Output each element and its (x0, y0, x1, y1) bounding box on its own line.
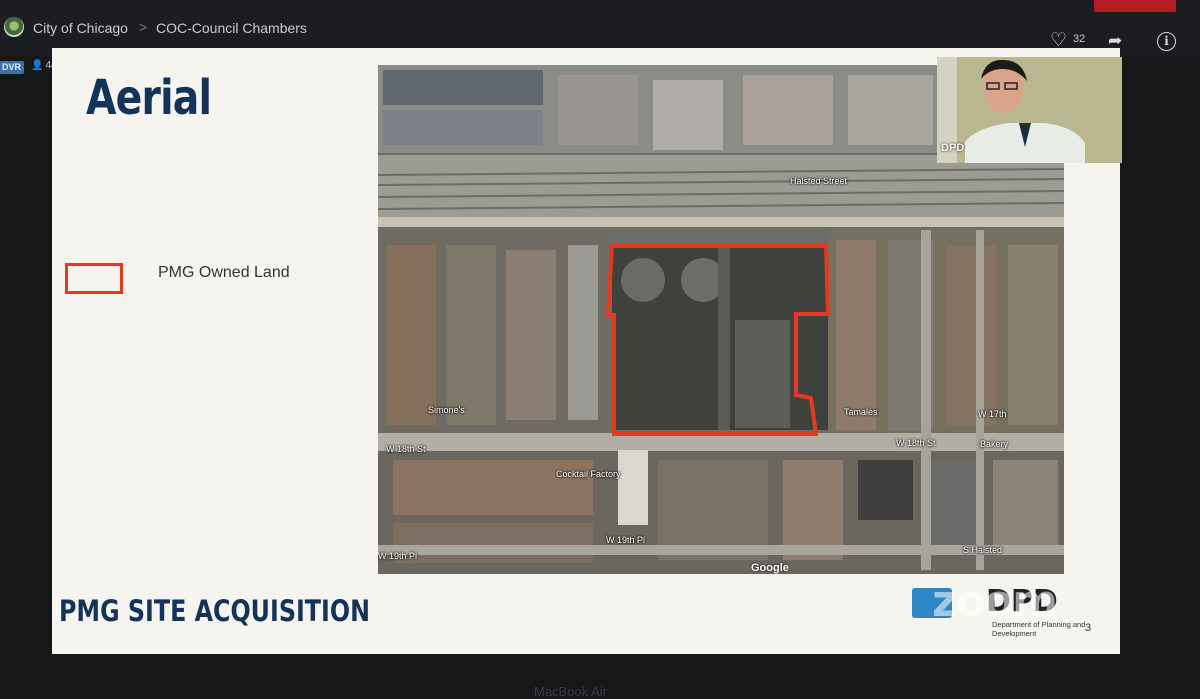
city-seal-icon[interactable] (4, 17, 24, 37)
map-label-w19th-pl-left: W 19th Pl (606, 535, 646, 545)
live-button[interactable] (1094, 0, 1176, 12)
participant-video[interactable]: DPD (937, 57, 1122, 163)
map-label-tamales: Tamales (844, 407, 878, 417)
slide-title: Aerial (86, 70, 212, 126)
map-label-w18th-left: W 18th St (386, 444, 426, 454)
participant-avatar (937, 57, 1122, 163)
map-label-w18th-right: W 18th St (896, 438, 936, 448)
info-icon[interactable]: i (1157, 32, 1176, 51)
map-label-cocktail-factory: Cocktail Factory (556, 469, 621, 479)
slide-footer-title: PMG SITE ACQUISITION (59, 594, 370, 628)
likes-count: 32 (1073, 33, 1086, 45)
legend-swatch (65, 263, 123, 294)
breadcrumb-city[interactable]: City of Chicago (33, 20, 128, 36)
zoom-watermark: zoom (932, 576, 1058, 627)
map-label-w17th: W 17th (978, 409, 1007, 419)
google-attribution: Google (751, 562, 789, 574)
map-label-bakery: Bakery (980, 439, 1009, 449)
map-label-s-halsted: S Halsted (963, 545, 1003, 555)
participant-name: DPD (941, 142, 965, 154)
map-label-w19th-pl-bottom: W 19th Pl (378, 551, 418, 561)
breadcrumb-separator: > (139, 19, 148, 35)
dvr-badge[interactable]: DVR (0, 61, 25, 74)
device-label: MacBook Air (534, 684, 607, 699)
person-icon: 👤 (31, 60, 44, 71)
slide-number: 3 (1085, 622, 1092, 634)
breadcrumb-meeting[interactable]: COC-Council Chambers (156, 20, 307, 36)
legend-label: PMG Owned Land (158, 264, 290, 281)
map-label-halsted-street: Halsted Street (790, 176, 848, 186)
map-label-simones: Simone's (428, 405, 465, 415)
